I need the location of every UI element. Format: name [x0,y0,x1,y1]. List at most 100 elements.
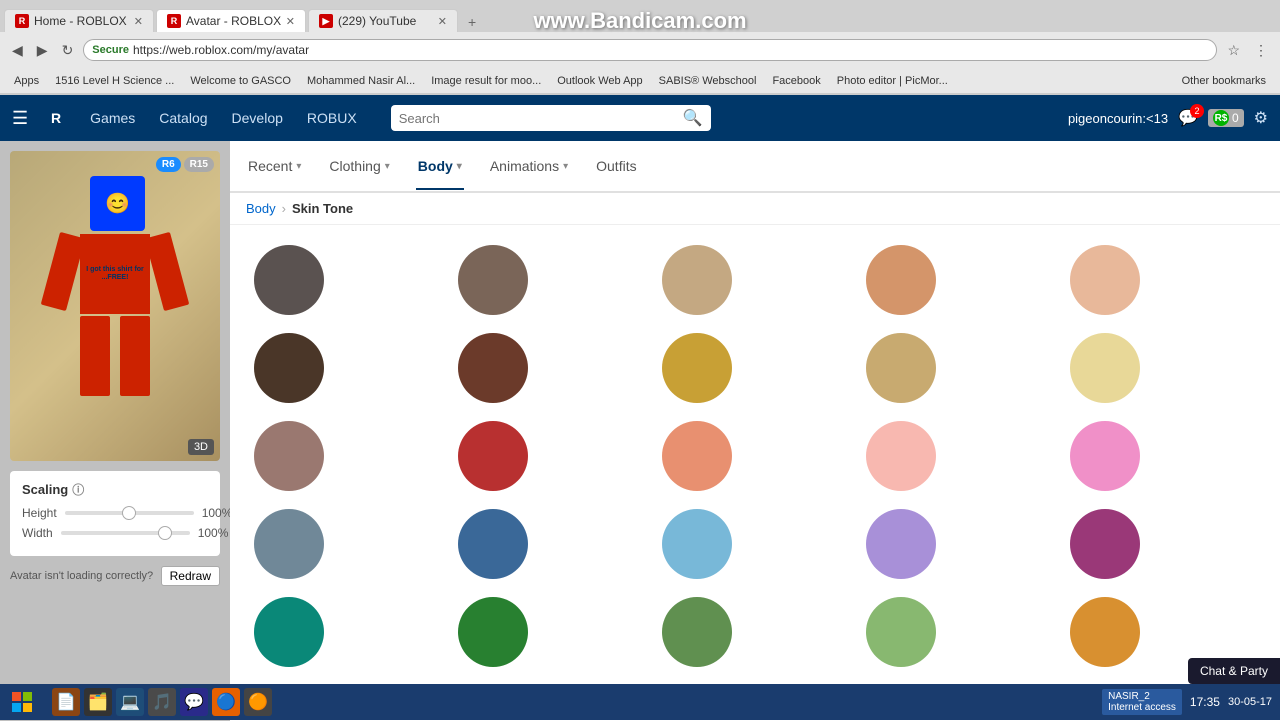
tab-animations[interactable]: Animations ▾ [488,144,570,190]
bookmark-other[interactable]: Other bookmarks [1176,74,1272,88]
width-slider[interactable] [61,531,190,535]
bookmarks-bar: Apps 1516 Level H Science ... Welcome to… [0,68,1280,94]
skin-tone-6[interactable] [458,333,528,403]
taskbar-app-vlc[interactable]: 🎵 [148,688,176,716]
bookmark-picmor[interactable]: Photo editor | PicMor... [831,74,954,88]
username-label[interactable]: pigeoncourin:<13 [1068,111,1168,126]
back-button[interactable]: ◀ [8,40,27,61]
skin-tone-12[interactable] [662,421,732,491]
search-bar[interactable]: 🔍 [391,105,711,131]
taskbar: 📄 🗂️ 💻 🎵 💬 🔵 🟠 NASIR_2 Internet access 1… [0,684,1280,720]
skin-tone-2[interactable] [662,245,732,315]
bookmark-star[interactable]: ☆ [1223,40,1244,61]
height-slider[interactable] [65,511,194,515]
chat-party-button[interactable]: Chat & Party [1188,658,1280,684]
skin-tone-4[interactable] [1070,245,1140,315]
skin-tone-11[interactable] [458,421,528,491]
bookmark-apps[interactable]: Apps [8,74,45,88]
tab-recent[interactable]: Recent ▾ [246,144,303,190]
nav-catalog[interactable]: Catalog [149,106,217,130]
taskbar-app-chrome[interactable]: 🔵 [212,688,240,716]
taskbar-start[interactable] [0,684,44,720]
bookmark-sabis[interactable]: SABIS® Webschool [653,74,763,88]
skin-tone-3[interactable] [866,245,936,315]
right-panel: Recent ▾ Clothing ▾ Body ▾ Animations ▾ … [230,141,1280,721]
skin-tone-21[interactable] [458,597,528,667]
address-input[interactable]: Secure https://web.roblox.com/my/avatar [83,39,1217,61]
tab-youtube-label: (229) YouTube [338,14,416,28]
tab-avatar[interactable]: R Avatar - ROBLOX ✕ [156,9,306,32]
skin-tone-7[interactable] [662,333,732,403]
breadcrumb-parent[interactable]: Body [246,201,276,216]
bookmark-gasco[interactable]: Welcome to GASCO [184,74,297,88]
tab-youtube-close[interactable]: ✕ [438,15,447,28]
skin-tone-14[interactable] [1070,421,1140,491]
settings-icon[interactable]: ⚙ [1254,108,1268,128]
skin-tone-1[interactable] [458,245,528,315]
skin-tone-17[interactable] [662,509,732,579]
bookmark-outlook[interactable]: Outlook Web App [551,74,648,88]
refresh-button[interactable]: ↻ [58,40,78,61]
search-input[interactable] [399,111,683,126]
skin-tone-18[interactable] [866,509,936,579]
height-label: Height [22,506,57,520]
skin-tone-grid [230,225,1280,687]
messages-icon[interactable]: 💬 2 [1178,108,1198,128]
tab-body[interactable]: Body ▾ [416,144,464,190]
robux-badge[interactable]: R$ 0 [1208,109,1244,127]
skin-tone-9[interactable] [1070,333,1140,403]
breadcrumb: Body › Skin Tone [230,193,1280,225]
tab-favicon-avatar: R [167,14,181,28]
tab-body-arrow: ▾ [457,161,462,172]
skin-tone-0[interactable] [254,245,324,315]
skin-tone-15[interactable] [254,509,324,579]
skin-tone-16[interactable] [458,509,528,579]
tab-home-label: Home - ROBLOX [34,14,127,28]
redraw-prompt: Avatar isn't loading correctly? [10,570,153,582]
nav-robux[interactable]: ROBUX [297,106,367,130]
skin-tone-24[interactable] [1070,597,1140,667]
extensions-button[interactable]: ⋮ [1250,40,1272,61]
skin-tone-5[interactable] [254,333,324,403]
scaling-label: Scaling [22,482,68,497]
skin-tone-10[interactable] [254,421,324,491]
tab-avatar-close[interactable]: ✕ [286,15,295,28]
tab-add-button[interactable]: + [460,12,484,32]
taskbar-app-mb[interactable]: 💻 [116,688,144,716]
skin-tone-13[interactable] [866,421,936,491]
tab-home[interactable]: R Home - ROBLOX ✕ [4,9,154,32]
tab-outfits[interactable]: Outfits [594,144,638,190]
skin-tone-22[interactable] [662,597,732,667]
height-row: Height 100% [22,506,208,520]
bookmark-science[interactable]: 1516 Level H Science ... [49,74,180,88]
width-row: Width 100% [22,526,208,540]
taskbar-app-roblox[interactable]: 🟠 [244,688,272,716]
avatar-right-arm [145,232,190,311]
bookmark-moo[interactable]: Image result for moo... [425,74,547,88]
hamburger-icon[interactable]: ☰ [12,108,28,129]
skin-tone-20[interactable] [254,597,324,667]
taskbar-app-file[interactable]: 🗂️ [84,688,112,716]
bookmark-nasir[interactable]: Mohammed Nasir Al... [301,74,421,88]
taskbar-app-discord[interactable]: 💬 [180,688,208,716]
robux-icon: R$ [1213,110,1229,126]
skin-tone-23[interactable] [866,597,936,667]
bookmark-facebook[interactable]: Facebook [766,74,826,88]
nav-develop[interactable]: Develop [222,106,293,130]
tab-youtube[interactable]: ▶ (229) YouTube ✕ [308,9,458,32]
skin-tone-19[interactable] [1070,509,1140,579]
forward-button[interactable]: ▶ [33,40,52,61]
tab-favicon-youtube: ▶ [319,14,333,28]
skin-tone-8[interactable] [866,333,936,403]
breadcrumb-current: Skin Tone [292,201,353,216]
scaling-info-icon[interactable]: ⓘ [72,481,84,498]
network-status: Internet access [1108,702,1176,713]
roblox-logo[interactable]: R [40,102,72,134]
search-icon[interactable]: 🔍 [683,108,703,128]
view-3d-button[interactable]: 3D [188,439,214,455]
tab-home-close[interactable]: ✕ [134,15,143,28]
taskbar-app-word[interactable]: 📄 [52,688,80,716]
tab-clothing[interactable]: Clothing ▾ [327,144,391,190]
redraw-button[interactable]: Redraw [161,566,220,586]
nav-games[interactable]: Games [80,106,145,130]
